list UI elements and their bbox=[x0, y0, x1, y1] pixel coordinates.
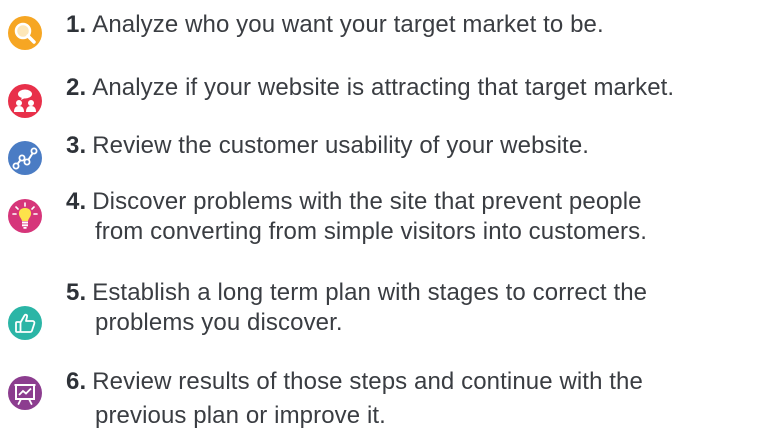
step-line-1: Analyze who you want your target market … bbox=[92, 11, 604, 38]
magnifier-icon bbox=[8, 16, 42, 50]
step-line-1: Discover problems with the site that pre… bbox=[92, 188, 642, 215]
thumbs-up-icon bbox=[8, 306, 42, 340]
step-number: 1. bbox=[66, 11, 87, 38]
step-number: 4. bbox=[66, 188, 87, 215]
step-number: 6. bbox=[66, 368, 87, 395]
step-text: 5. Establish a long term plan with stages… bbox=[66, 278, 763, 338]
lightbulb-icon bbox=[8, 199, 42, 233]
step-text: 3. Review the customer usability of your … bbox=[66, 131, 763, 161]
step-line-1: Review the customer usability of your we… bbox=[92, 132, 590, 159]
step-line-1: Review results of those steps and contin… bbox=[92, 368, 643, 395]
analytics-graph-icon bbox=[8, 141, 42, 175]
step-number: 5. bbox=[66, 279, 87, 306]
step-line-2: problems you discover. bbox=[95, 309, 343, 336]
step-number: 3. bbox=[66, 132, 87, 159]
step-text: 6. Review results of those steps and cont… bbox=[66, 367, 763, 431]
step-text: 2. Analyze if your website is attracting … bbox=[66, 73, 763, 103]
step-text: 1. Analyze who you want your target marke… bbox=[66, 10, 763, 40]
step-number: 2. bbox=[66, 74, 87, 101]
presentation-chart-icon bbox=[8, 376, 42, 410]
step-line-2: from converting from simple visitors int… bbox=[95, 218, 648, 245]
step-line-1: Analyze if your website is attracting th… bbox=[92, 74, 675, 101]
step-text: 4. Discover problems with the site that p… bbox=[66, 187, 763, 247]
audience-chat-icon bbox=[8, 84, 42, 118]
step-line-2: previous plan or improve it. bbox=[95, 402, 386, 429]
step-line-1: Establish a long term plan with stages t… bbox=[92, 279, 648, 306]
